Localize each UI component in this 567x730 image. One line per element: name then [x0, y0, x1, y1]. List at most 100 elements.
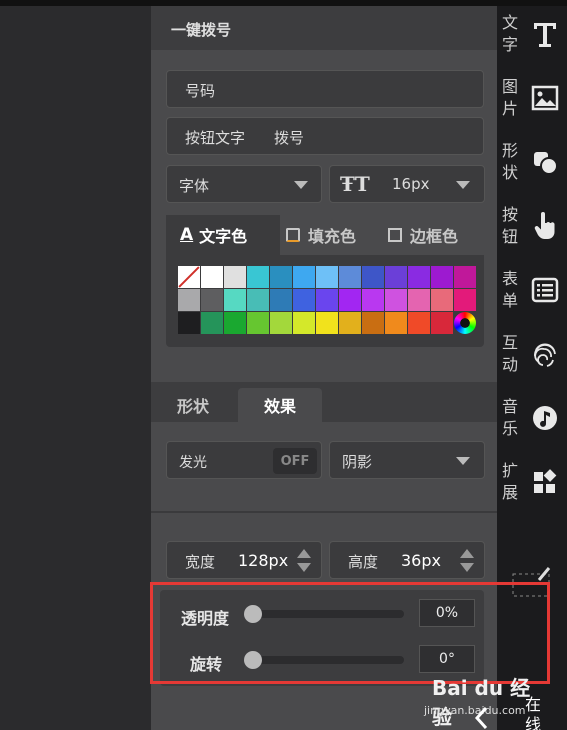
glow-toggle[interactable]: OFF — [273, 448, 317, 474]
phone-number-field[interactable]: 号码 — [166, 70, 484, 108]
color-swatch[interactable] — [247, 266, 269, 288]
text-icon — [534, 23, 556, 47]
sidebar-item-shape[interactable]: 形状 — [497, 140, 567, 204]
font-size-value: 16px — [392, 175, 430, 193]
sidebar-item-extend[interactable]: 扩展 — [497, 460, 567, 524]
fingerprint-icon — [534, 343, 556, 367]
color-swatch[interactable] — [201, 289, 223, 311]
apps-icon — [534, 469, 557, 493]
color-swatch[interactable] — [431, 266, 453, 288]
color-tabs: A 文字色 填充色 边框色 — [166, 215, 484, 255]
font-size-select[interactable]: ŦT 16px — [329, 165, 485, 203]
color-wheel-icon[interactable] — [454, 312, 476, 334]
color-swatch[interactable] — [270, 266, 292, 288]
color-swatch[interactable] — [385, 289, 407, 311]
color-swatch[interactable] — [293, 289, 315, 311]
font-family-label: 字体 — [179, 177, 210, 195]
chevron-down-icon[interactable] — [297, 563, 311, 572]
tab-shape[interactable]: 形状 — [151, 388, 235, 422]
no-color-swatch[interactable] — [178, 266, 200, 288]
shadow-select[interactable]: 阴影 — [329, 441, 485, 479]
height-field[interactable]: 高度 36px — [329, 541, 485, 579]
tab-fill-color[interactable]: 填充色 — [280, 215, 380, 255]
color-swatch[interactable] — [316, 266, 338, 288]
chevron-down-icon[interactable] — [460, 563, 474, 572]
sidebar-item-label: 表单 — [502, 269, 519, 310]
color-swatch[interactable] — [178, 289, 200, 311]
height-label: 高度 — [348, 553, 379, 571]
image-icon — [531, 85, 559, 111]
hand-pointer-icon — [534, 212, 555, 239]
chevron-up-icon[interactable] — [460, 549, 474, 558]
tab-fill-color-label: 填充色 — [308, 227, 357, 246]
glow-label: 发光 — [179, 455, 207, 471]
panel-title: 一键拨号 — [171, 21, 232, 39]
width-label: 宽度 — [185, 553, 216, 571]
color-swatch[interactable] — [247, 289, 269, 311]
color-swatch[interactable] — [385, 266, 407, 288]
tab-effect[interactable]: 效果 — [238, 388, 322, 422]
sidebar-item-interact[interactable]: 互动 — [497, 332, 567, 396]
sidebar-item-label: 按钮 — [502, 205, 519, 246]
width-field[interactable]: 宽度 128px — [166, 541, 322, 579]
color-swatch[interactable] — [293, 312, 315, 334]
color-swatch[interactable] — [339, 289, 361, 311]
tab-text-color[interactable]: A 文字色 — [166, 215, 268, 255]
color-swatch[interactable] — [408, 266, 430, 288]
sidebar-item-label: 扩展 — [502, 461, 519, 502]
canvas-area — [0, 6, 151, 730]
color-swatch[interactable] — [316, 289, 338, 311]
sidebar-item-form[interactable]: 表单 — [497, 268, 567, 332]
button-text-field[interactable]: 按钮文字 拨号 — [166, 117, 484, 155]
color-swatch[interactable] — [362, 312, 384, 334]
panel-header: 一键拨号 — [151, 6, 497, 50]
color-swatch[interactable] — [178, 312, 200, 334]
color-swatch[interactable] — [431, 312, 453, 334]
height-stepper[interactable] — [460, 547, 474, 575]
color-swatch[interactable] — [362, 266, 384, 288]
color-swatch[interactable] — [224, 289, 246, 311]
width-stepper[interactable] — [297, 547, 311, 575]
color-swatch[interactable] — [339, 266, 361, 288]
color-swatch[interactable] — [247, 312, 269, 334]
width-value: 128px — [238, 551, 289, 570]
button-text-label: 按钮文字 — [185, 129, 246, 147]
sidebar-item-button[interactable]: 按钮 — [497, 204, 567, 268]
color-swatch[interactable] — [339, 312, 361, 334]
sidebar-item-image[interactable]: 图片 — [497, 76, 567, 140]
color-picker: A 文字色 填充色 边框色 — [166, 215, 484, 347]
color-swatch[interactable] — [408, 312, 430, 334]
tab-border-color[interactable]: 边框色 — [380, 215, 484, 255]
text-color-icon: A — [180, 225, 194, 245]
color-swatch[interactable] — [201, 266, 223, 288]
color-swatch[interactable] — [293, 266, 315, 288]
color-swatch[interactable] — [385, 312, 407, 334]
color-swatch[interactable] — [408, 289, 430, 311]
font-family-select[interactable]: 字体 — [166, 165, 322, 203]
color-swatch[interactable] — [224, 266, 246, 288]
sidebar-item-text[interactable]: 文字 — [497, 12, 567, 76]
color-swatch[interactable] — [316, 312, 338, 334]
tab-text-color-label: 文字色 — [199, 227, 248, 246]
color-swatch[interactable] — [431, 289, 453, 311]
shadow-label: 阴影 — [342, 453, 373, 471]
tab-border-color-label: 边框色 — [410, 227, 459, 246]
chevron-left-icon[interactable] — [472, 706, 492, 730]
glow-control: 发光 OFF — [166, 441, 322, 479]
sidebar-item-music[interactable]: 音乐 — [497, 396, 567, 460]
section-divider — [151, 511, 497, 513]
chevron-up-icon[interactable] — [297, 549, 311, 558]
music-icon — [533, 406, 557, 430]
sidebar-item-label: 互动 — [502, 333, 519, 374]
color-swatch[interactable] — [201, 312, 223, 334]
color-swatch[interactable] — [224, 312, 246, 334]
button-text-value: 拨号 — [274, 129, 305, 147]
color-swatch[interactable] — [454, 289, 476, 311]
color-swatch[interactable] — [270, 312, 292, 334]
color-swatch[interactable] — [362, 289, 384, 311]
shape-icon — [534, 152, 558, 175]
online-side-label[interactable]: 在线 — [525, 695, 545, 730]
color-swatch[interactable] — [454, 266, 476, 288]
color-swatch[interactable] — [270, 289, 292, 311]
border-color-icon — [388, 228, 402, 242]
